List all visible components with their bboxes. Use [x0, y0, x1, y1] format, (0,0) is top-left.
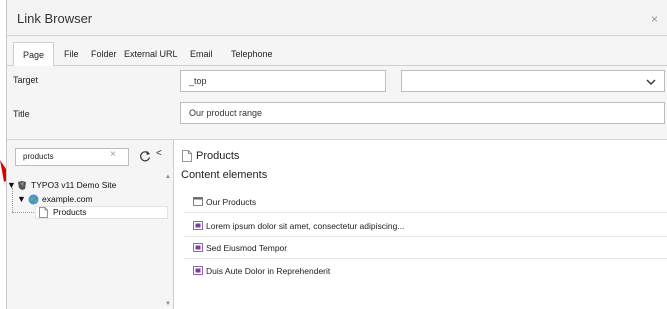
content-element-label: Our Products — [206, 197, 257, 207]
content-element-label: Lorem ipsum dolor sit amet, consectetur … — [206, 221, 405, 231]
link-browser-modal: Link Browser × Page File Folder External… — [6, 0, 667, 309]
text-media-icon — [193, 266, 203, 275]
chevron-down-icon — [646, 79, 656, 85]
content-element-row[interactable]: Duis Aute Dolor in Reprehenderit — [184, 260, 667, 282]
content-element-label: Duis Aute Dolor in Reprehenderit — [206, 266, 331, 276]
tree-node-label: Products — [53, 207, 87, 217]
tab-bar: Page File Folder External URL Email Tele… — [7, 36, 667, 67]
content-elements-heading: Content elements — [181, 169, 268, 181]
text-media-icon — [193, 243, 203, 252]
refresh-icon[interactable] — [139, 150, 151, 162]
tree-node-label: example.com — [42, 194, 93, 204]
scroll-up-icon[interactable]: ▲ — [165, 174, 171, 180]
tab-folder[interactable]: Folder — [91, 43, 117, 66]
page-icon — [39, 207, 48, 218]
content-element-row[interactable]: Our Products — [184, 191, 667, 213]
content-panel: Products Content elements Our Products L… — [175, 140, 667, 309]
text-media-icon — [193, 221, 203, 230]
tab-telephone[interactable]: Telephone — [231, 43, 273, 66]
content-element-label: Sed Eiusmod Tempor — [206, 243, 288, 253]
scroll-down-icon[interactable]: ▼ — [165, 301, 171, 307]
tab-file[interactable]: File — [64, 43, 79, 66]
target-select[interactable] — [401, 70, 665, 92]
title-input[interactable]: Our product range — [180, 102, 665, 124]
modal-header: Link Browser × — [7, 0, 667, 36]
expand-toggle-icon[interactable]: ▼ — [17, 193, 26, 206]
content-element-row[interactable]: Lorem ipsum dolor sit amet, consectetur … — [184, 215, 667, 237]
title-label: Title — [13, 109, 30, 119]
page-title-link[interactable]: Products — [196, 150, 239, 162]
clear-filter-icon[interactable]: × — [110, 149, 116, 160]
tab-email[interactable]: Email — [190, 43, 213, 66]
globe-icon — [28, 194, 39, 205]
typo3-logo-icon — [18, 181, 26, 190]
tree-node-label: TYPO3 v11 Demo Site — [31, 180, 117, 190]
page-icon — [182, 150, 192, 162]
target-input[interactable]: _top — [180, 70, 386, 92]
tab-page[interactable]: Page — [13, 42, 55, 67]
link-attributes-form: Target _top Title Our product range — [7, 66, 667, 140]
expand-toggle-icon[interactable]: ▼ — [7, 179, 16, 192]
tree-guide-line — [12, 212, 34, 213]
header-icon — [193, 197, 203, 206]
target-label: Target — [13, 75, 39, 85]
page-tree-panel: products × < ▲ ▼ — [7, 140, 174, 309]
close-icon[interactable]: × — [651, 12, 658, 26]
modal-title: Link Browser — [17, 11, 93, 26]
content-element-row[interactable]: Sed Eiusmod Tempor — [184, 237, 667, 259]
tab-external-url[interactable]: External URL — [124, 43, 178, 66]
collapse-tree-icon[interactable]: < — [156, 148, 162, 159]
